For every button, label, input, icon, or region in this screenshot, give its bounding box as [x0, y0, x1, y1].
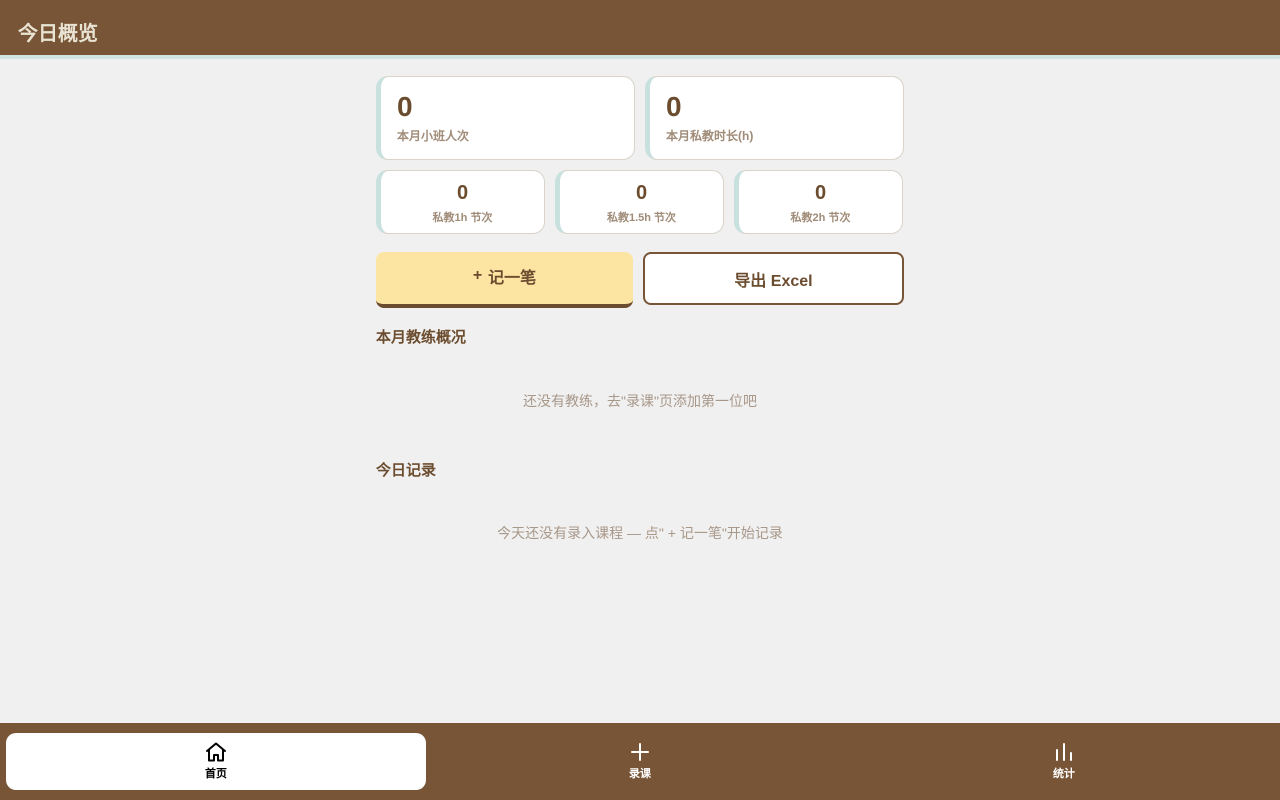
- today-section-title: 今日记录: [376, 462, 437, 479]
- stat-label: 本月小班人次: [397, 129, 470, 143]
- session-stats: 0 私教1h 节次 0 私教1.5h 节次 0 私教2h 节次: [376, 170, 904, 234]
- home-icon: [206, 742, 226, 762]
- today-empty-text: 今天还没有录入课程 — 点" + 记一笔"开始记录: [497, 525, 783, 541]
- stat-label: 私教1.5h 节次: [606, 212, 677, 224]
- stat-value: 0: [397, 91, 413, 122]
- coaches-section-title: 本月教练概况: [376, 329, 467, 346]
- tab-label: 统计: [1053, 768, 1075, 780]
- top-bar: 今日概览: [0, 0, 1280, 59]
- stat-card-private-2h: 0 私教2h 节次: [734, 170, 903, 234]
- monthly-stats: 0 本月小班人次 0 本月私教时长(h): [376, 76, 904, 160]
- tab-home[interactable]: 首页: [6, 733, 426, 790]
- stat-card-private-1h: 0 私教1h 节次: [376, 170, 545, 234]
- stat-value: 0: [814, 182, 827, 204]
- stat-card-small-class: 0 本月小班人次: [376, 76, 635, 160]
- tab-label: 首页: [205, 768, 227, 780]
- coaches-empty-text: 还没有教练，去"录课"页添加第一位吧: [523, 393, 757, 409]
- stat-card-private-1-5h: 0 私教1.5h 节次: [555, 170, 724, 234]
- stat-card-private-hours: 0 本月私教时长(h): [645, 76, 904, 160]
- bottom-tab-bar: 首页 录课 统计: [0, 723, 1280, 800]
- page-title: 今日概览: [18, 23, 98, 45]
- plus-icon: +: [472, 267, 483, 284]
- action-buttons: + 记一笔 导出 Excel: [376, 252, 904, 308]
- stat-value: 0: [666, 91, 682, 122]
- add-record-label: 记一笔: [488, 270, 537, 287]
- bar-chart-icon: [1056, 743, 1072, 761]
- tab-record[interactable]: 录课: [430, 733, 850, 790]
- stat-label: 私教2h 节次: [790, 212, 851, 224]
- tab-stats[interactable]: 统计: [854, 733, 1274, 790]
- export-excel-button[interactable]: 导出 Excel: [643, 252, 904, 305]
- stat-label: 私教1h 节次: [432, 212, 493, 224]
- tab-label: 录课: [629, 768, 651, 780]
- stat-label: 本月私教时长(h): [666, 129, 754, 143]
- stat-value: 0: [456, 182, 469, 204]
- main-content: 0 本月小班人次 0 本月私教时长(h) 0 私教1h 节次 0 私教1.5h …: [376, 76, 904, 543]
- stat-value: 0: [635, 182, 648, 204]
- add-record-button[interactable]: + 记一笔: [376, 252, 633, 308]
- plus-icon: [631, 743, 649, 761]
